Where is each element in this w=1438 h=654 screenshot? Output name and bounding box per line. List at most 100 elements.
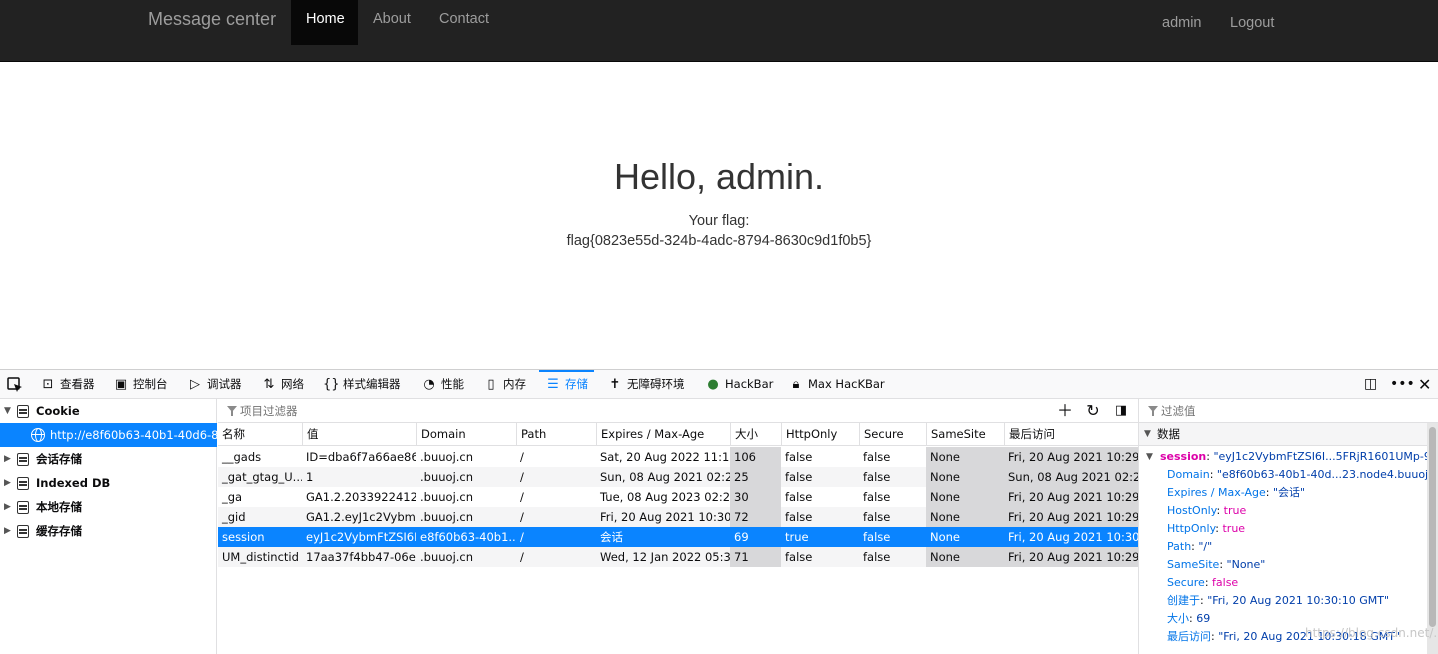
close-icon[interactable]: ✕ [1418, 370, 1431, 399]
table-row[interactable]: __gads ID=dba6f7a66ae86... .buuoj.cn / Sat, … [218, 447, 1138, 467]
tab-inspector[interactable]: ⊡ 查看器 [40, 370, 95, 399]
chevron-right-icon[interactable]: ▶ [4, 471, 11, 495]
table-row[interactable]: _ga GA1.2.2033922412.... .buuoj.cn / Tue, 08… [218, 487, 1138, 507]
sidebar-item-label: Cookie [36, 404, 80, 418]
tab-style-editor[interactable]: {} 样式编辑器 [323, 370, 401, 399]
tab-accessibility[interactable]: ✝ 无障碍环境 [607, 370, 685, 399]
sidebar-item-cookie-host[interactable]: http://e8f60b63-40b1-40d6-886 [0, 423, 217, 447]
column-header-expires[interactable]: Expires / Max-Age [596, 423, 730, 446]
add-item-icon[interactable]: ＋ [1055, 399, 1075, 423]
details-field-value: "会话" [1272, 486, 1306, 499]
details-field[interactable]: Path: "/" [1167, 538, 1212, 556]
details-field[interactable]: Secure: false [1167, 574, 1238, 592]
details-entry-value: "eyJ1c2VybmFtZSI6I...5FRjR1601UMp-9wf0" [1213, 450, 1438, 463]
cell-secure: false [859, 527, 926, 547]
details-field[interactable]: Domain: "e8f60b63-40b1-40d...23.node4.bu… [1167, 466, 1438, 484]
column-header-name[interactable]: 名称 [218, 423, 302, 446]
scroll-thumb[interactable] [1429, 427, 1436, 627]
tab-performance[interactable]: ◔ 性能 [421, 370, 464, 399]
cell-last-accessed: Fri, 20 Aug 2021 10:29:... [1004, 487, 1138, 507]
dock-side-icon[interactable]: ◫ [1364, 370, 1377, 399]
column-header-domain[interactable]: Domain [416, 423, 516, 446]
nav-user[interactable]: admin [1162, 15, 1202, 31]
details-field[interactable]: HostOnly: true [1167, 502, 1246, 520]
details-filter-bar: 过滤值 [1139, 399, 1438, 423]
chevron-down-icon[interactable]: ▼ [4, 399, 11, 423]
brand-link[interactable]: Message center [148, 9, 276, 30]
column-header-path[interactable]: Path [516, 423, 596, 446]
cell-expires: Sun, 08 Aug 2021 02:23... [596, 467, 730, 487]
tab-network[interactable]: ⇅ 网络 [261, 370, 304, 399]
nav-logout[interactable]: Logout [1230, 15, 1274, 31]
table-row[interactable]: sessioneyJ1c2VybmFtZSI6I...e8f60b63-40b1… [218, 527, 1138, 547]
cell-expires: 会话 [596, 527, 730, 547]
sidebar-item-cookie[interactable]: ▼ Cookie [0, 399, 217, 423]
chevron-right-icon[interactable]: ▶ [4, 495, 11, 519]
table-row[interactable]: UM_distinctid 17aa37f4bb47-06e... .buuoj.c… [218, 547, 1138, 567]
details-field[interactable]: HttpOnly: true [1167, 520, 1245, 538]
tab-console[interactable]: ▣ 控制台 [113, 370, 168, 399]
details-field-key: Expires / Max-Age [1167, 486, 1266, 499]
cell-samesite: None [926, 467, 1004, 487]
details-entry[interactable]: ▼ session: "eyJ1c2VybmFtZSI6I...5FRjR160… [1146, 448, 1438, 466]
details-field-value: "e8f60b63-40b1-40d...23.node4.buuoj.cn" [1216, 468, 1438, 481]
tab-hackbar[interactable]: ● HackBar [705, 370, 773, 399]
column-header-samesite[interactable]: SameSite [926, 423, 1004, 446]
nav-contact[interactable]: Contact [424, 0, 504, 45]
table-row[interactable]: _gid GA1.2.eyJ1c2Vybm... .buuoj.cn / Fri, 20… [218, 507, 1138, 527]
table-row[interactable]: _gat_gtag_U... 1 .buuoj.cn / Sun, 08 Aug 202… [218, 467, 1138, 487]
column-header-size[interactable]: 大小 [730, 423, 781, 446]
sidebar-item-local-storage[interactable]: ▶ 本地存储 [0, 495, 217, 519]
cell-path: / [516, 547, 596, 567]
details-scrollbar[interactable] [1427, 423, 1438, 654]
devtools-panel: ⊡ 查看器 ▣ 控制台 ▷ 调试器 ⇅ 网络 {} 样式编辑器 ◔ 性能 ▯ 内存 ☰ 存储 ✝… [0, 369, 1438, 654]
cell-httponly: false [785, 450, 813, 464]
cell-expires: Sat, 20 Aug 2022 11:11:1... [600, 450, 730, 464]
details-section-header[interactable]: ▼ 数据 [1139, 423, 1429, 446]
column-header-httponly[interactable]: HttpOnly [781, 423, 859, 446]
details-filter-input[interactable]: 过滤值 [1161, 399, 1196, 423]
tab-debugger[interactable]: ▷ 调试器 [187, 370, 242, 399]
cell-name: UM_distinctid [218, 547, 302, 567]
tab-label: 性能 [441, 377, 464, 391]
cell-samesite: None [926, 527, 1004, 547]
sidebar-item-cache-storage[interactable]: ▶ 缓存存储 [0, 519, 217, 543]
sidebar-item-label: 本地存储 [36, 500, 82, 514]
details-field[interactable]: 创建于: "Fri, 20 Aug 2021 10:30:10 GMT" [1167, 592, 1389, 610]
details-field[interactable]: 大小: 69 [1167, 610, 1210, 628]
details-field[interactable]: Expires / Max-Age: "会话" [1167, 484, 1305, 502]
tab-storage[interactable]: ☰ 存储 [539, 370, 594, 399]
column-header-value[interactable]: 值 [302, 423, 416, 446]
cell-domain: .buuoj.cn [420, 490, 474, 504]
tab-label: Max HacKBar [808, 377, 885, 391]
tab-memory[interactable]: ▯ 内存 [483, 370, 526, 399]
accessibility-icon: ✝ [609, 377, 621, 392]
column-header-secure[interactable]: Secure [859, 423, 926, 446]
nav-home[interactable]: Home [291, 0, 358, 45]
column-header-last-accessed[interactable]: 最后访问 [1004, 423, 1138, 446]
details-field-value: true [1222, 522, 1246, 535]
tab-label: HackBar [725, 377, 774, 391]
tab-label: 存储 [565, 377, 588, 391]
toggle-sidebar-icon[interactable]: ◨ [1111, 399, 1131, 423]
more-options-icon[interactable]: ••• [1390, 370, 1415, 399]
chevron-down-icon[interactable]: ▼ [1144, 423, 1151, 446]
chevron-right-icon[interactable]: ▶ [4, 519, 11, 543]
cell-path: / [516, 507, 596, 527]
filter-bar: 项目过滤器 ＋ ↻ ◨ [218, 399, 1138, 423]
chevron-right-icon[interactable]: ▶ [4, 447, 11, 471]
tab-max-hackbar[interactable]: 🔒︎ Max HacKBar [788, 370, 885, 399]
details-field[interactable]: SameSite: "None" [1167, 556, 1265, 574]
sidebar-item-session-storage[interactable]: ▶ 会话存储 [0, 447, 217, 471]
element-picker-icon[interactable] [6, 376, 24, 394]
network-icon: ⇅ [263, 377, 275, 392]
nav-about[interactable]: About [358, 0, 426, 45]
refresh-icon[interactable]: ↻ [1083, 399, 1103, 423]
tab-label: 无障碍环境 [627, 377, 685, 391]
watermark: https://blog.csdn.net/...263957 [1305, 626, 1438, 640]
items-filter-input[interactable]: 项目过滤器 [240, 399, 298, 423]
cell-path: / [520, 490, 524, 504]
details-field-value: true [1223, 504, 1247, 517]
sidebar-item-indexed-db[interactable]: ▶ Indexed DB [0, 471, 217, 495]
chevron-down-icon[interactable]: ▼ [1146, 448, 1153, 466]
